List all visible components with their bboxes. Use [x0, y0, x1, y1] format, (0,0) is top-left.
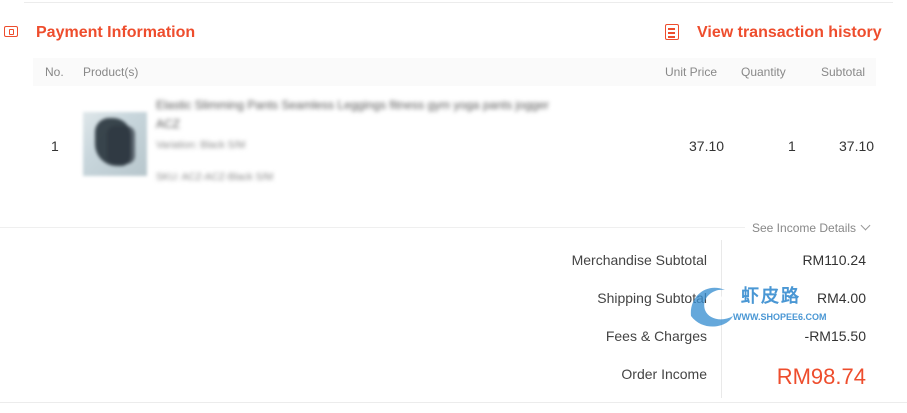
product-thumbnail[interactable] — [83, 112, 147, 176]
payment-icon — [4, 26, 18, 37]
top-divider — [24, 2, 893, 3]
shrimp-logo-icon — [690, 287, 733, 327]
product-sku: SKU: ACZ-ACZ-Black S/M — [156, 172, 274, 183]
product-variation: Variation: Black S/M — [156, 140, 246, 151]
column-header-subtotal: Subtotal — [821, 65, 866, 79]
section-divider — [0, 227, 745, 228]
merchandise-subtotal-label: Merchandise Subtotal — [571, 252, 707, 268]
column-header-products: Product(s) — [83, 65, 139, 79]
section-title: Payment Information — [36, 24, 196, 41]
watermark-text: 虾皮路 — [741, 286, 801, 306]
see-income-details-label: See Income Details — [752, 221, 857, 235]
chevron-down-icon — [860, 220, 871, 231]
row-number: 1 — [51, 138, 59, 154]
payment-header: Payment Information View transaction his… — [0, 20, 907, 46]
table-row: 1 Elastic Slimming Pants Seamless Leggin… — [33, 88, 876, 208]
table-header: No. Product(s) Unit Price Quantity Subto… — [33, 58, 876, 86]
order-income-value: RM98.74 — [776, 364, 866, 389]
document-icon[interactable] — [665, 24, 679, 40]
see-income-details-toggle[interactable]: See Income Details — [752, 220, 871, 235]
column-header-unit-price: Unit Price — [665, 65, 718, 79]
view-transaction-history-link[interactable]: View transaction history — [697, 24, 882, 42]
row-subtotal: 37.10 — [839, 138, 875, 154]
bottom-divider — [0, 402, 907, 403]
column-header-no: No. — [45, 65, 64, 79]
product-name[interactable]: Elastic Slimming Pants Seamless Leggings… — [156, 96, 566, 134]
watermark: 虾皮路 WWW.SHOPEE6.COM — [683, 276, 853, 338]
order-income-label: Order Income — [621, 366, 707, 382]
watermark-url: WWW.SHOPEE6.COM — [733, 312, 827, 322]
quantity: 1 — [788, 138, 796, 154]
column-header-quantity: Quantity — [741, 65, 786, 79]
unit-price: 37.10 — [689, 138, 725, 154]
merchandise-subtotal-value: RM110.24 — [802, 252, 866, 268]
